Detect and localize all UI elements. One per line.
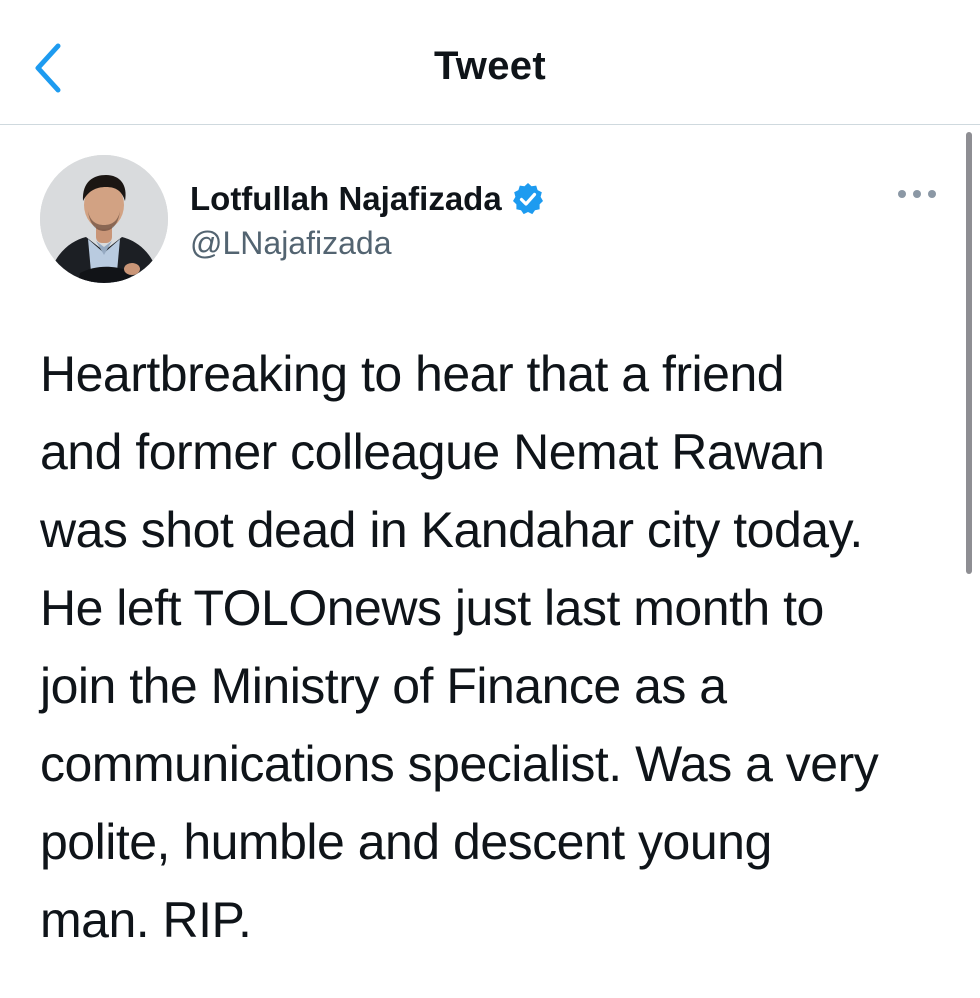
- author-row[interactable]: Lotfullah Najafizada: [190, 177, 546, 221]
- tweet-card: Lotfullah Najafizada @LNajafizada Heartb…: [0, 125, 980, 998]
- author-handle[interactable]: @LNajafizada: [190, 225, 391, 262]
- more-options-button[interactable]: [894, 177, 940, 211]
- avatar-photo: [40, 155, 168, 283]
- author-name[interactable]: Lotfullah Najafizada: [190, 180, 502, 218]
- tweet-text: Heartbreaking to hear that a friend and …: [40, 346, 879, 948]
- verified-badge-icon: [510, 181, 546, 217]
- avatar[interactable]: [40, 155, 168, 283]
- page-title: Tweet: [434, 44, 546, 88]
- top-nav-bar: Tweet: [0, 0, 980, 125]
- more-horizontal-icon: [898, 190, 936, 198]
